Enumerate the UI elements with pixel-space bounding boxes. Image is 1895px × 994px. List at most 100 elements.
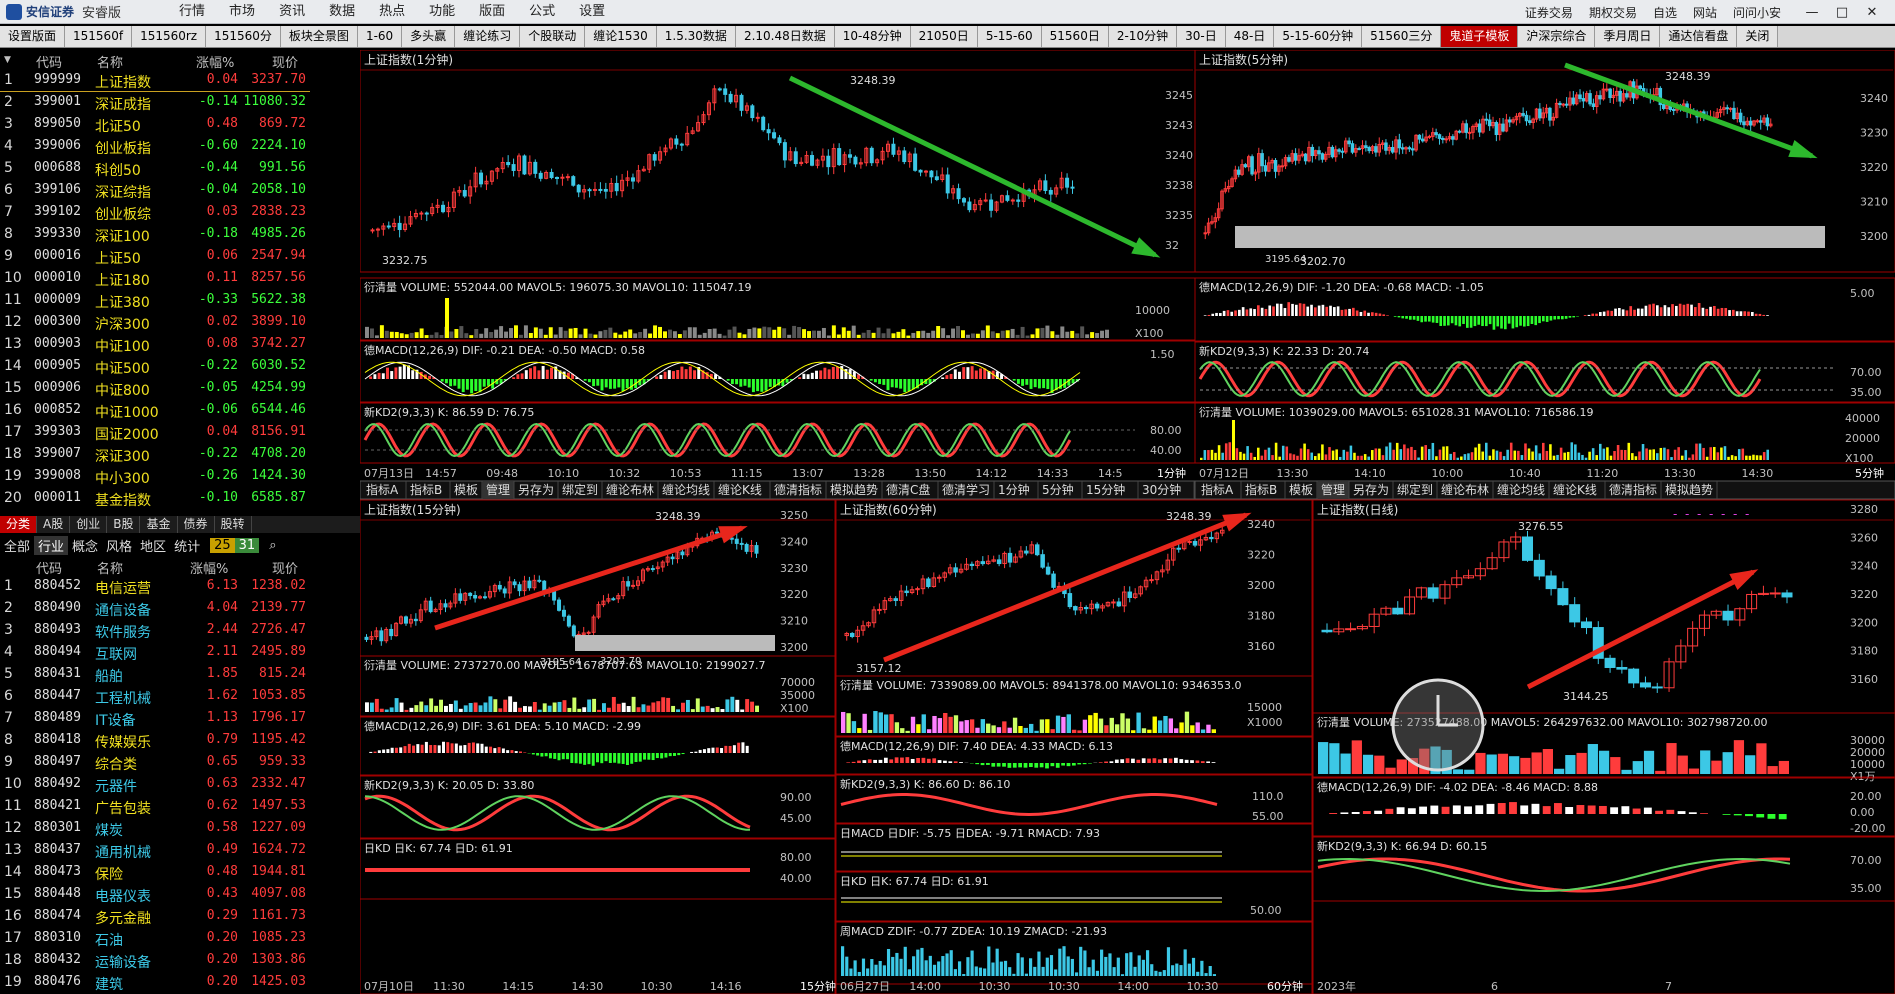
- list-item[interactable]: 12 000300 沪深300 0.02 3899.10: [0, 312, 310, 334]
- list-item[interactable]: 9 880497 综合类 0.65 959.33: [0, 752, 310, 774]
- top-link-4[interactable]: 问问小安: [1725, 6, 1789, 20]
- list-item[interactable]: 10 000010 上证180 0.11 8257.56: [0, 268, 310, 290]
- menu-item-8[interactable]: 设置: [567, 0, 617, 24]
- subtab-3[interactable]: 风格: [102, 536, 136, 555]
- list-item[interactable]: 6 880447 工程机械 1.62 1053.85: [0, 686, 310, 708]
- maximize-icon[interactable]: □: [1827, 5, 1857, 20]
- minimize-icon[interactable]: —: [1797, 5, 1827, 20]
- menu-item-0[interactable]: 行情: [167, 0, 217, 24]
- menu-item-4[interactable]: 热点: [367, 0, 417, 24]
- chart-area[interactable]: 上证指数(1分钟)3232.753248.3932453243324032383…: [360, 50, 1895, 994]
- menu-item-1[interactable]: 市场: [217, 0, 267, 24]
- category-4[interactable]: 基金: [140, 516, 178, 533]
- indicator-tab[interactable]: 绑定到: [1397, 482, 1433, 497]
- subtab-4[interactable]: 地区: [136, 536, 170, 555]
- list-item[interactable]: 17 880310 石油 0.20 1085.23: [0, 928, 310, 950]
- list-item[interactable]: 18 399007 深证300 -0.22 4708.20: [0, 444, 310, 466]
- list-item[interactable]: 17 399303 国证2000 0.04 8156.91: [0, 422, 310, 444]
- col-code[interactable]: 代码: [36, 52, 62, 71]
- list-item[interactable]: 10 880492 元器件 0.63 2332.47: [0, 774, 310, 796]
- list-item[interactable]: 3 880493 软件服务 2.44 2726.47: [0, 620, 310, 642]
- list-item[interactable]: 2 880490 通信设备 4.04 2139.77: [0, 598, 310, 620]
- subtab-5[interactable]: 统计: [170, 536, 204, 555]
- tab-24[interactable]: 通达信看盘: [1660, 26, 1738, 47]
- tab-5[interactable]: 1-60: [357, 26, 403, 47]
- tab-15[interactable]: 51560日: [1041, 26, 1109, 47]
- list-item[interactable]: 16 880474 多元金融 0.29 1161.73: [0, 906, 310, 928]
- subtab-2[interactable]: 概念: [68, 536, 102, 555]
- tab-10[interactable]: 1.5.30数据: [656, 26, 736, 47]
- tab-12[interactable]: 10-48分钟: [834, 26, 911, 47]
- tab-20[interactable]: 51560三分: [1362, 26, 1442, 47]
- menu-item-7[interactable]: 公式: [517, 0, 567, 24]
- indicator-tab[interactable]: 德清指标: [774, 482, 822, 497]
- list-item[interactable]: 8 399330 深证100 -0.18 4985.26: [0, 224, 310, 246]
- tab-19[interactable]: 5-15-60分钟: [1274, 26, 1363, 47]
- top-link-2[interactable]: 自选: [1645, 6, 1685, 20]
- tab-9[interactable]: 缠论1530: [585, 26, 657, 47]
- indicator-tab[interactable]: 缠论K线: [1553, 482, 1597, 497]
- top-link-0[interactable]: 证券交易: [1517, 6, 1581, 20]
- indicator-tab[interactable]: 管理: [486, 482, 510, 497]
- col-price[interactable]: 现价: [272, 52, 298, 71]
- tab-17[interactable]: 30-日: [1177, 26, 1226, 47]
- tab-21[interactable]: 鬼道子模板: [1441, 26, 1519, 47]
- list-item[interactable]: 11 880421 广告包装 0.62 1497.53: [0, 796, 310, 818]
- list-item[interactable]: 3 899050 北证50 0.48 869.72: [0, 114, 310, 136]
- col-code[interactable]: 代码: [36, 558, 62, 577]
- category-1[interactable]: A股: [37, 516, 71, 533]
- dropdown-icon[interactable]: ▼: [4, 55, 11, 65]
- col-chg[interactable]: 涨幅%: [190, 558, 228, 577]
- indicator-tab[interactable]: 管理: [1321, 482, 1345, 497]
- category-6[interactable]: 股转: [215, 516, 252, 533]
- list-item[interactable]: 4 880494 互联网 2.11 2495.89: [0, 642, 310, 664]
- list-item[interactable]: 18 880432 运输设备 0.20 1303.86: [0, 950, 310, 972]
- menu-item-5[interactable]: 功能: [417, 0, 467, 24]
- list-item[interactable]: 15 880448 电器仪表 0.43 4097.08: [0, 884, 310, 906]
- tab-23[interactable]: 季月周日: [1595, 26, 1661, 47]
- tab-22[interactable]: 沪深宗综合: [1518, 26, 1596, 47]
- indicator-tab[interactable]: 5分钟: [1042, 482, 1074, 497]
- indicator-tab[interactable]: 指标A: [1201, 482, 1234, 497]
- menu-item-3[interactable]: 数据: [317, 0, 367, 24]
- tab-16[interactable]: 2-10分钟: [1108, 26, 1178, 47]
- list-item[interactable]: 9 000016 上证50 0.06 2547.94: [0, 246, 310, 268]
- indicator-tab[interactable]: 模拟趋势: [1665, 483, 1713, 497]
- tab-14[interactable]: 5-15-60: [977, 26, 1042, 47]
- top-link-1[interactable]: 期权交易: [1581, 6, 1645, 20]
- tab-3[interactable]: 151560分: [206, 26, 281, 47]
- list-item[interactable]: 16 000852 中证1000 -0.06 6544.46: [0, 400, 310, 422]
- tab-13[interactable]: 21050日: [910, 26, 978, 47]
- list-item[interactable]: 5 880431 船舶 1.85 815.24: [0, 664, 310, 686]
- indicator-tab[interactable]: 模拟趋势: [830, 483, 878, 497]
- indicator-tab[interactable]: 另存为: [518, 483, 554, 497]
- list-item[interactable]: 13 880437 通用机械 0.49 1624.72: [0, 840, 310, 862]
- list-item[interactable]: 19 399008 中小300 -0.26 1424.30: [0, 466, 310, 488]
- list-item[interactable]: 1 999999 上证指数 0.04 3237.70: [0, 70, 310, 92]
- tab-4[interactable]: 板块全景图: [280, 26, 358, 47]
- col-price[interactable]: 现价: [272, 558, 298, 577]
- list-item[interactable]: 2 399001 深证成指 -0.14 11080.32: [0, 92, 310, 114]
- indicator-tab[interactable]: 模板: [1289, 483, 1313, 497]
- indicator-tab[interactable]: 缠论布林: [1441, 482, 1489, 497]
- close-icon[interactable]: ✕: [1857, 5, 1887, 20]
- tab-7[interactable]: 缠论练习: [455, 26, 521, 47]
- tab-6[interactable]: 多头赢: [402, 26, 456, 47]
- menu-item-2[interactable]: 资讯: [267, 0, 317, 24]
- indicator-tab[interactable]: 缠论均线: [662, 482, 710, 497]
- indicator-tab[interactable]: 30分钟: [1142, 482, 1181, 497]
- indicator-tab[interactable]: 指标B: [1245, 482, 1277, 497]
- list-item[interactable]: 5 000688 科创50 -0.44 991.56: [0, 158, 310, 180]
- category-0[interactable]: 分类: [0, 516, 38, 533]
- category-5[interactable]: 债券: [178, 516, 215, 533]
- indicator-tab[interactable]: 15分钟: [1086, 482, 1125, 497]
- search-icon[interactable]: ⌕: [265, 538, 280, 553]
- list-item[interactable]: 19 880476 建筑 0.20 1425.03: [0, 972, 310, 994]
- list-item[interactable]: 8 880418 传媒娱乐 0.79 1195.42: [0, 730, 310, 752]
- list-item[interactable]: 13 000903 中证100 0.08 3742.27: [0, 334, 310, 356]
- list-item[interactable]: 7 399102 创业板综 0.03 2838.23: [0, 202, 310, 224]
- tab-25[interactable]: 关闭: [1737, 26, 1779, 47]
- indicator-tab[interactable]: 缠论布林: [606, 482, 654, 497]
- menu-item-6[interactable]: 版面: [467, 0, 517, 24]
- col-chg[interactable]: 涨幅%: [196, 52, 234, 71]
